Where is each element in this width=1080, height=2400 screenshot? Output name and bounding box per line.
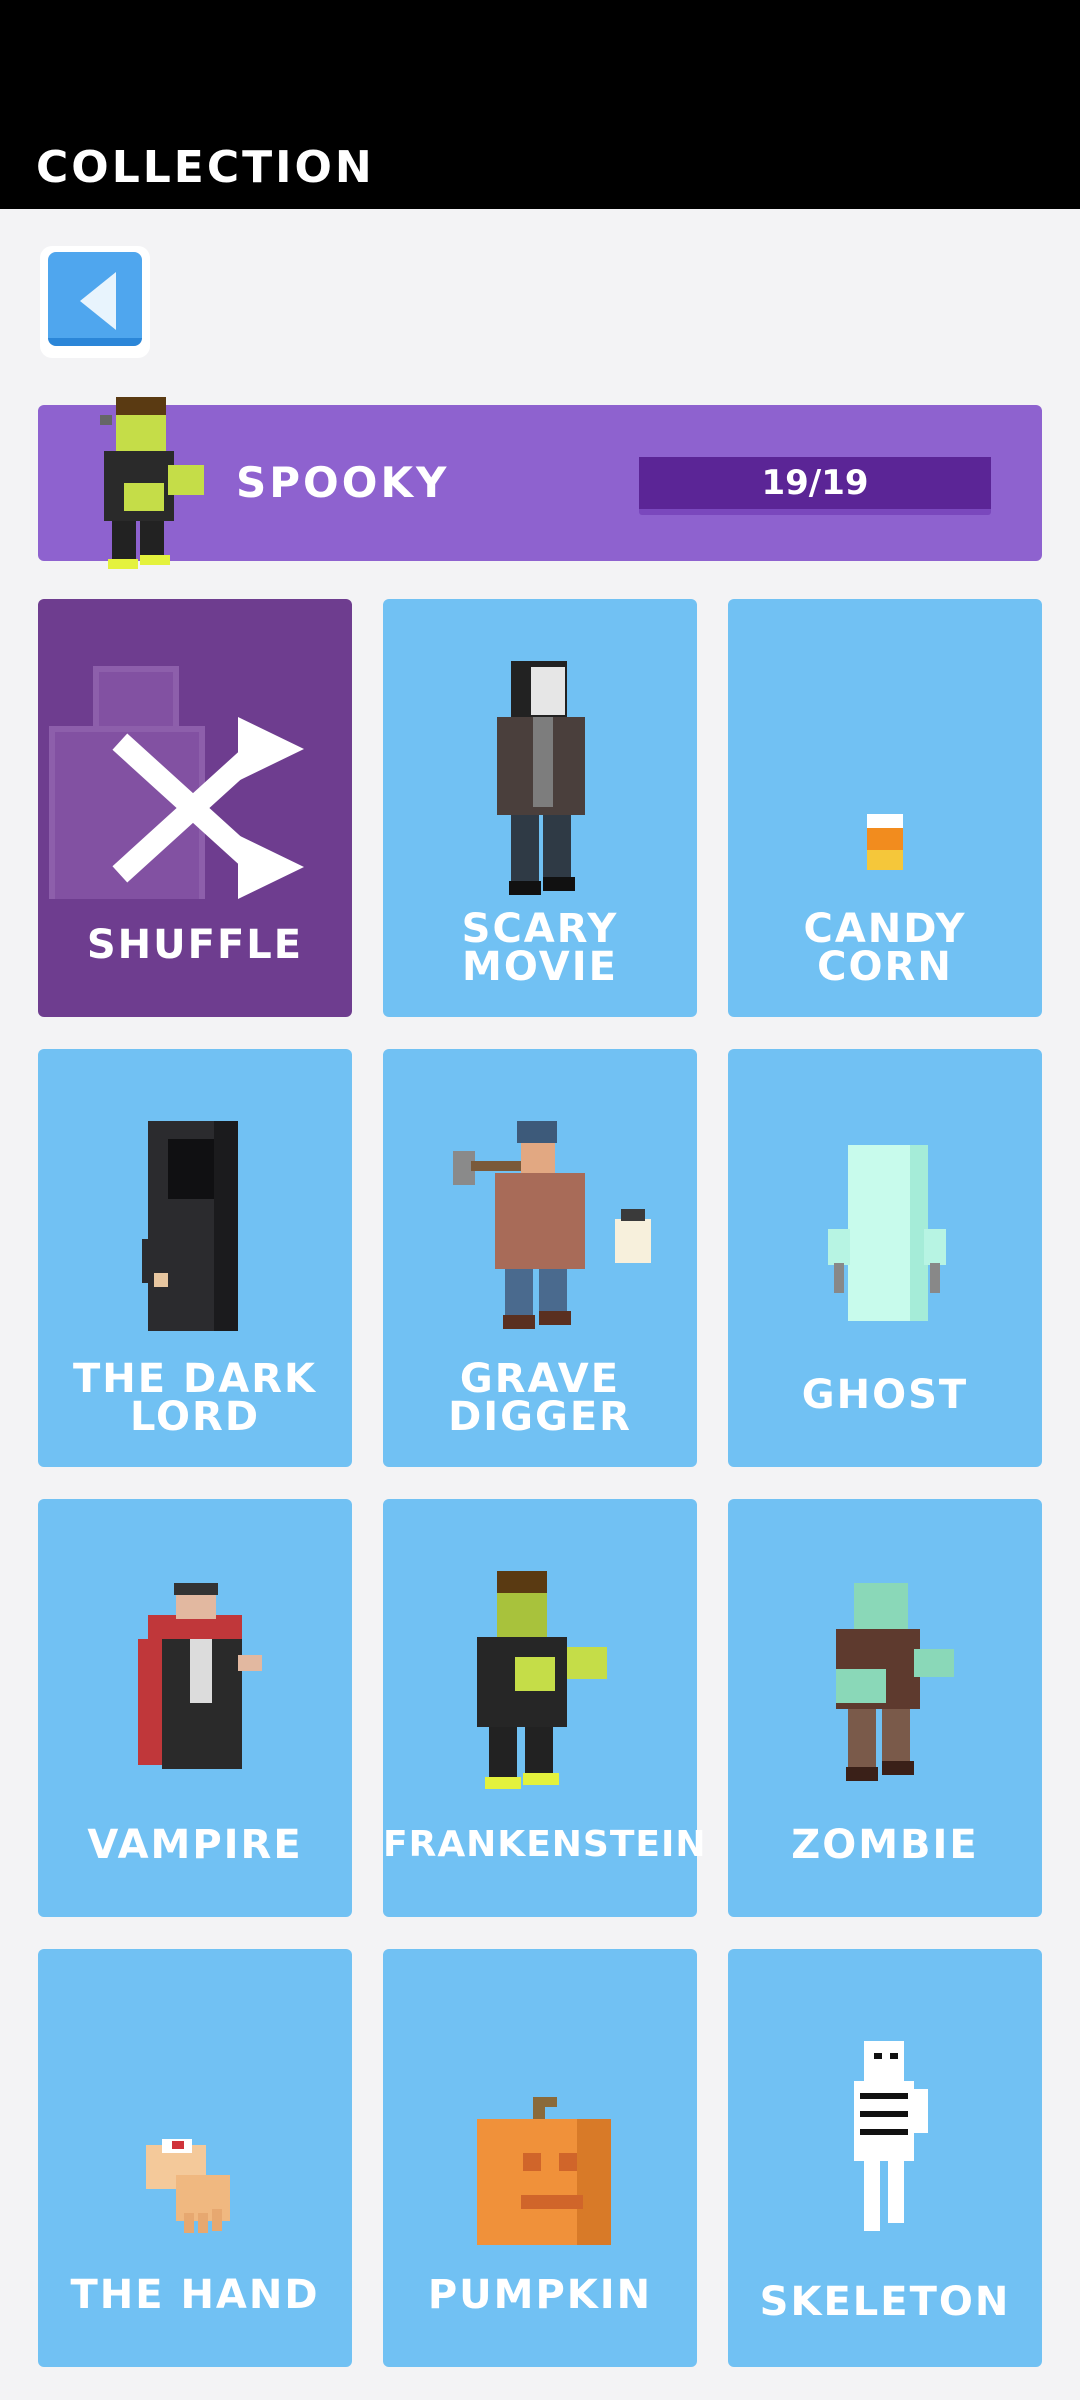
character-label: FRANKENSTEIN — [383, 1824, 707, 1865]
character-card-candy-corn[interactable]: CANDY CORN — [728, 599, 1042, 1017]
character-label: PUMPKIN — [427, 2272, 653, 2318]
back-arrow-icon — [80, 272, 116, 330]
pumpkin-icon — [477, 2097, 611, 2245]
zombie-figure-icon — [836, 1583, 954, 1781]
progress-bar: 19/19 — [639, 457, 991, 515]
character-label: VAMPIRE — [87, 1822, 303, 1868]
character-label: ZOMBIE — [791, 1822, 979, 1868]
hand-figure-icon — [146, 2139, 230, 2233]
candy-corn-icon — [867, 814, 903, 870]
character-card-shuffle[interactable]: SHUFFLE — [38, 599, 352, 1017]
character-card-vampire[interactable]: VAMPIRE — [38, 1499, 352, 1917]
grave-digger-figure-icon — [453, 1121, 651, 1329]
shuffle-icon — [49, 666, 304, 899]
character-card-grave-digger[interactable]: GRAVE DIGGER — [383, 1049, 697, 1467]
character-label: THE HAND — [70, 2272, 320, 2318]
ghost-figure-icon — [828, 1145, 946, 1321]
dark-lord-figure-icon — [142, 1121, 238, 1331]
progress-text: 19/19 — [761, 463, 869, 503]
character-label: THE DARK LORD — [73, 1356, 317, 1440]
character-label: SCARY MOVIE — [461, 906, 619, 990]
character-card-scary-movie[interactable]: SCARY MOVIE — [383, 599, 697, 1017]
frankenstein-avatar-icon — [100, 397, 204, 569]
character-label: GHOST — [801, 1372, 969, 1418]
character-card-frankenstein[interactable]: FRANKENSTEIN — [383, 1499, 707, 1917]
character-label: SKELETON — [759, 2279, 1011, 2325]
page-title: COLLECTION — [36, 142, 375, 193]
character-label: CANDY CORN — [803, 906, 967, 990]
character-card-zombie[interactable]: ZOMBIE — [728, 1499, 1042, 1917]
character-label: SHUFFLE — [86, 922, 304, 968]
category-banner: SPOOKY 19/19 — [38, 397, 1042, 569]
vampire-figure-icon — [138, 1583, 262, 1769]
character-card-the-dark-lord[interactable]: THE DARK LORD — [38, 1049, 352, 1467]
character-card-the-hand[interactable]: THE HAND — [38, 1949, 352, 2367]
top-bar: COLLECTION — [0, 0, 1080, 209]
category-name: SPOOKY — [236, 458, 450, 507]
scary-movie-figure-icon — [497, 661, 585, 895]
character-card-ghost[interactable]: GHOST — [728, 1049, 1042, 1467]
skeleton-figure-icon — [854, 2041, 928, 2231]
frankenstein-figure-icon — [477, 1571, 607, 1789]
back-button[interactable] — [40, 246, 150, 358]
character-card-skeleton[interactable]: SKELETON — [728, 1949, 1042, 2367]
character-label: GRAVE DIGGER — [448, 1356, 632, 1440]
character-card-pumpkin[interactable]: PUMPKIN — [383, 1949, 697, 2367]
